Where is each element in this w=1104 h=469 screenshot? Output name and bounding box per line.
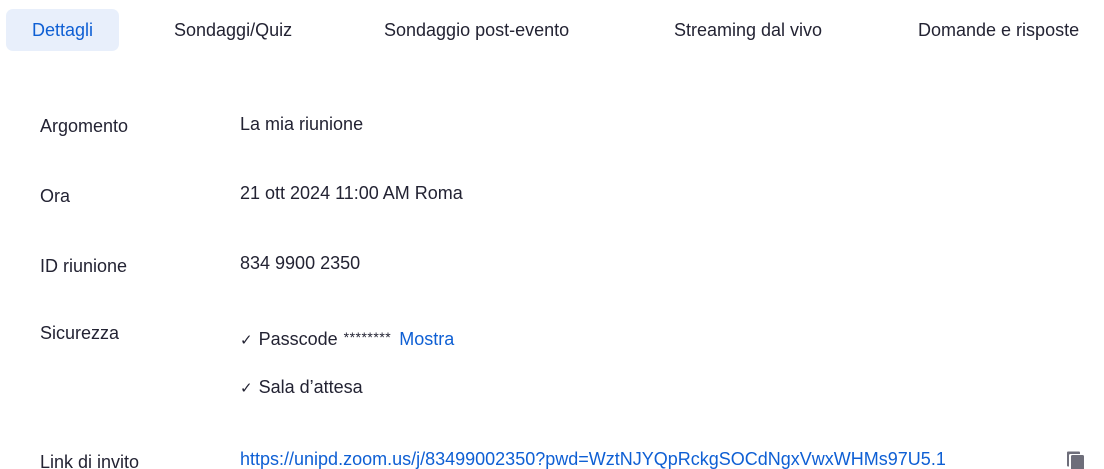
copy-icon[interactable] [1064, 448, 1088, 469]
passcode-label: Passcode [258, 329, 338, 349]
tab-bar: Dettagli Sondaggi/Quiz Sondaggio post-ev… [0, 9, 1104, 51]
meeting-id-label: ID riunione [40, 256, 128, 276]
check-icon: ✓ [240, 332, 253, 349]
security-label: Sicurezza [40, 323, 120, 343]
show-passcode-link[interactable]: Mostra [399, 329, 454, 349]
tab-polls-quiz[interactable]: Sondaggi/Quiz [174, 9, 292, 51]
tab-q-and-a[interactable]: Domande e risposte [918, 9, 1079, 51]
meeting-details-page: Dettagli Sondaggi/Quiz Sondaggio post-ev… [0, 0, 1104, 469]
invite-link-row: https://unipd.zoom.us/j/83499002350?pwd=… [240, 449, 946, 469]
waiting-room-label: Sala d’attesa [258, 377, 363, 397]
waiting-room-row: ✓ Sala d’attesa [240, 377, 363, 398]
tab-live-streaming[interactable]: Streaming dal vivo [674, 9, 822, 51]
topic-value: La mia riunione [240, 114, 364, 134]
tab-details[interactable]: Dettagli [6, 9, 119, 51]
check-icon: ✓ [240, 380, 253, 397]
invite-link-label: Link di invito [40, 452, 140, 469]
time-label: Ora [40, 186, 71, 206]
topic-label: Argomento [40, 116, 129, 136]
meeting-id-value: 834 9900 2350 [240, 253, 361, 273]
time-value: 21 ott 2024 11:00 AM Roma [240, 183, 463, 203]
passcode-masked: ******** [343, 329, 392, 345]
invite-link[interactable]: https://unipd.zoom.us/j/83499002350?pwd=… [240, 449, 946, 469]
tab-post-event-survey[interactable]: Sondaggio post-evento [384, 9, 569, 51]
passcode-row: ✓ Passcode ******** Mostra [240, 329, 454, 350]
